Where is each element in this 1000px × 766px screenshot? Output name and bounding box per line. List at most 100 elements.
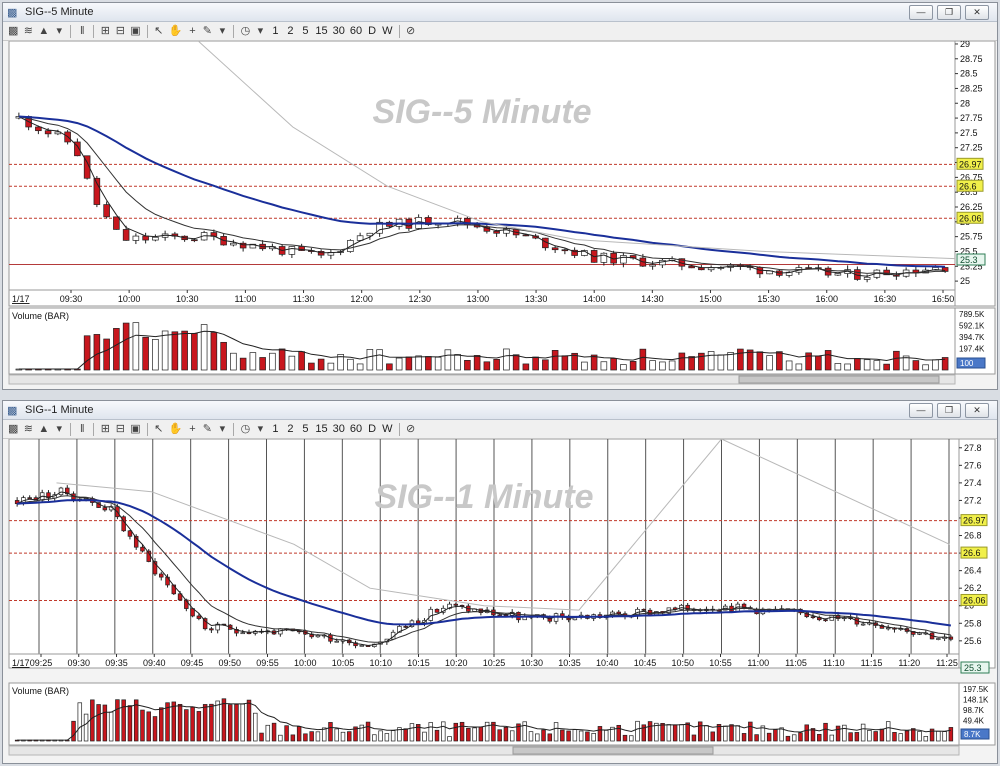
period-30[interactable]: 30 [332,422,346,436]
chart-canvas-5min[interactable]: SIG--5 Minute 29 28.75 28.5 28.25 28 27.75 27.5… [3,41,997,389]
volume-tick-label: 49.4K [963,717,985,726]
crosshair-icon[interactable]: + [186,422,198,436]
period-w[interactable]: W [381,24,393,38]
minimize-button[interactable]: — [909,403,933,418]
volume-bar [791,734,797,742]
area-chart-icon[interactable]: ▲ [37,422,50,436]
bar-chart-icon[interactable]: ▩ [7,24,19,38]
volume-bar [936,730,941,742]
volume-bar [766,732,772,742]
line-chart-icon[interactable]: ≋ [22,422,34,436]
volume-bar [493,358,500,371]
volume-bar [829,734,835,742]
minimize-button[interactable]: — [909,5,933,20]
volume-bar [904,730,910,742]
restore-button[interactable]: ❐ [937,5,961,20]
volume-bar [685,722,690,742]
price-tick-label: 28.25 [960,83,983,93]
volume-bar [660,723,665,742]
area-chart-icon[interactable]: ▲ [37,24,50,38]
time-tick-label: 15:00 [699,294,722,304]
close-button[interactable]: ✕ [965,5,989,20]
price-level-tag-label: 26.06 [959,213,982,223]
period-5[interactable]: 5 [299,24,311,38]
time-tick-label: 09:30 [67,658,90,668]
volume-tag-label: 100 [960,359,974,368]
volume-bar [459,721,465,742]
candle-body [35,126,42,132]
pointer-icon[interactable]: ↖ [153,422,165,436]
period-2[interactable]: 2 [284,422,296,436]
pencil-icon[interactable]: ✎ [201,24,213,38]
candle-body [359,644,365,647]
zoom-in-icon[interactable]: ⊞ [99,24,111,38]
period-5[interactable]: 5 [299,422,311,436]
title-bar[interactable]: ▩ SIG--1 Minute — ❐ ✕ [3,401,997,420]
period-w[interactable]: W [381,422,393,436]
volume-bar [230,352,237,371]
period-15[interactable]: 15 [314,422,328,436]
period-15[interactable]: 15 [314,24,328,38]
period-2[interactable]: 2 [284,24,296,38]
candle-body [102,507,108,511]
volume-bar [756,351,764,371]
cancel-icon[interactable]: ⊘ [405,24,417,38]
split-icon[interactable]: ‖ [76,422,88,436]
zoom-out-icon[interactable]: ⊟ [114,422,126,436]
chart-toolbar: ▩ ≋ ▲ ▾ ‖ ⊞ ⊟ ▣ ↖ ✋ + ✎ ▾ ◷ ▾ 1 2 5 15 3… [3,22,997,41]
dropdown-arrow-icon[interactable]: ▾ [216,24,228,38]
volume-bar [366,349,374,371]
fit-icon[interactable]: ▣ [129,422,141,436]
dropdown-arrow-icon[interactable]: ▾ [53,422,65,436]
zoom-out-icon[interactable]: ⊟ [114,24,126,38]
candle-body [403,626,408,628]
dropdown-arrow-icon[interactable]: ▾ [53,24,65,38]
fit-icon[interactable]: ▣ [129,24,141,38]
close-button[interactable]: ✕ [965,403,989,418]
volume-bar [620,364,627,371]
zoom-in-icon[interactable]: ⊞ [99,422,111,436]
period-30[interactable]: 30 [332,24,346,38]
candle-body [315,635,321,638]
period-d[interactable]: D [366,24,378,38]
pointer-icon[interactable]: ↖ [153,24,165,38]
candle-body [823,619,828,622]
chart-canvas-1min[interactable]: SIG--1 Minute27.827.627.427.22726.826.62… [3,439,997,763]
volume-bar [395,357,403,371]
candle-body [288,246,296,255]
volume-bar [334,728,339,742]
volume-bar [729,724,734,742]
title-bar[interactable]: ▩ SIG--5 Minute — ❐ ✕ [3,3,997,22]
clock-icon[interactable]: ◷ [239,422,251,436]
hand-icon[interactable]: ✋ [168,422,184,436]
period-60[interactable]: 60 [349,422,363,436]
volume-bar [948,727,954,742]
period-1[interactable]: 1 [269,24,281,38]
dropdown-arrow-icon[interactable]: ▾ [216,422,228,436]
window-title: SIG--1 Minute [25,404,94,416]
period-60[interactable]: 60 [349,24,363,38]
hand-icon[interactable]: ✋ [168,24,184,38]
time-tick-label: 14:30 [641,294,664,304]
bar-chart-icon[interactable]: ▩ [7,422,19,436]
dropdown-arrow-icon[interactable]: ▾ [254,422,266,436]
clock-icon[interactable]: ◷ [239,24,251,38]
price-tick-label: 28.5 [960,69,978,79]
period-1[interactable]: 1 [269,422,281,436]
restore-button[interactable]: ❐ [937,403,961,418]
period-d[interactable]: D [366,422,378,436]
scrollbar-thumb [738,375,940,384]
volume-bar [773,729,778,742]
dropdown-arrow-icon[interactable]: ▾ [254,24,266,38]
volume-bar [472,727,477,742]
volume-bar [639,348,647,371]
cancel-icon[interactable]: ⊘ [405,422,417,436]
volume-bar [220,341,227,371]
pencil-icon[interactable]: ✎ [201,422,213,436]
time-tick-label: 10:35 [558,658,581,668]
volume-bar [893,350,900,371]
crosshair-icon[interactable]: + [186,24,198,38]
line-chart-icon[interactable]: ≋ [22,24,34,38]
volume-bar [817,733,822,742]
split-icon[interactable]: ‖ [76,24,88,38]
